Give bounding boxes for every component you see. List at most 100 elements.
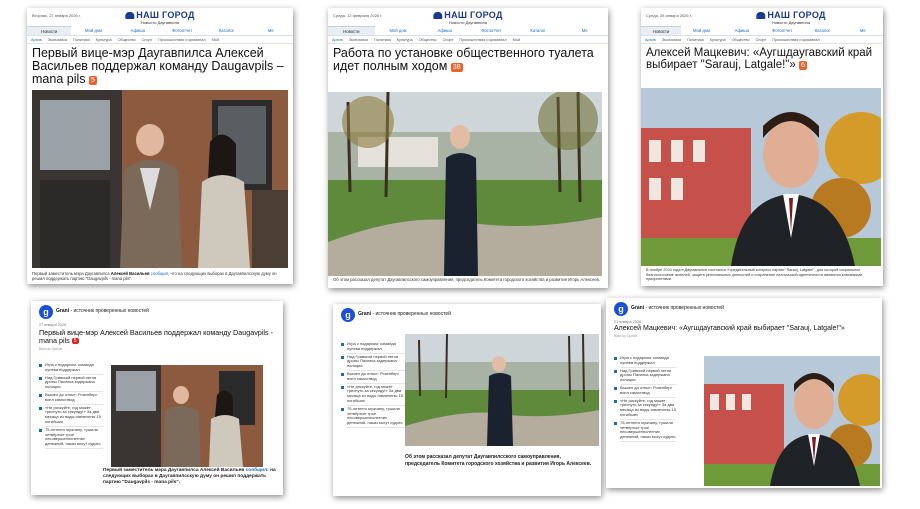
tab-more[interactable]: Ме: [843, 26, 883, 35]
tab-news[interactable]: Новости: [641, 26, 682, 35]
article-title: Алексей Мацкевич: «Аугшдаугавский край в…: [614, 325, 845, 332]
article-author: Виктор Орлов: [614, 334, 638, 338]
comment-count-badge[interactable]: 5: [88, 76, 97, 85]
grani-header: g Grani - источник проверенных новостей: [606, 298, 882, 320]
sidebar-news-item[interactable]: Игра с подарком: команда нулева поддержа…: [39, 362, 103, 375]
header-date: Среда, 12 февраля 2026 г.: [333, 13, 383, 18]
sidebar-news-item[interactable]: «Не рискуйте, год может треснуть за секу…: [341, 384, 405, 406]
article-photo: [111, 365, 263, 467]
sidebar-news-item[interactable]: 75-летнего мужчину, тушили четвёртые тро…: [341, 406, 405, 429]
sidebar-news-item[interactable]: Над Гривской первой петли дроны Палатка …: [341, 354, 405, 372]
grani-header: g Grani - источник проверенных новостей: [31, 301, 283, 323]
sidebar-news-item[interactable]: 75-летнего мужчину, тушили четвёртые тро…: [39, 427, 103, 450]
category-item[interactable]: Политика: [687, 36, 704, 43]
comment-count-badge[interactable]: 6: [798, 61, 807, 70]
sidebar-news-item[interactable]: Игра с подарком: команда нулева поддержа…: [614, 355, 676, 368]
category-item[interactable]: Общество: [419, 36, 437, 43]
article-photo: [32, 90, 288, 268]
category-item[interactable]: Спорт: [756, 36, 767, 43]
tab-catalog[interactable]: Каталог: [515, 26, 562, 35]
grani-logo-icon[interactable]: g: [341, 308, 355, 322]
tab-catalog[interactable]: Каталог: [204, 26, 248, 35]
tab-catalog[interactable]: Каталог: [802, 26, 842, 35]
tab-more[interactable]: Ме: [249, 26, 293, 35]
photo-caption: В ноябре 2024 года в Даугавпилсе состоял…: [646, 268, 863, 282]
tab-more[interactable]: Ме: [561, 26, 608, 35]
article-panel-matskevich: Среда, 28 января 2026 г. НАШ ГОРОД Новос…: [641, 8, 883, 286]
sidebar-news-item[interactable]: Вышел до отпыт: Розенберг вопл самоотвод: [341, 371, 405, 384]
tab-my-home[interactable]: Мой дом: [681, 26, 721, 35]
tab-my-home[interactable]: Мой дом: [71, 26, 115, 35]
category-item[interactable]: Происшествия и криминал: [158, 36, 205, 43]
site-header: Среда, 28 января 2026 г. НАШ ГОРОД Новос…: [641, 8, 883, 26]
grani-header: g Grani - источник проверенных новостей: [333, 304, 601, 326]
comment-count-badge[interactable]: 38: [450, 63, 463, 72]
article-photo: [704, 356, 880, 486]
grani-panel-vasilyev: g Grani - источник проверенных новостей …: [31, 301, 283, 495]
article-title: Первый вице-мэр Алексей Васильев поддерж…: [39, 328, 273, 345]
grani-panel-toilet: g Grani - источник проверенных новостей …: [333, 304, 601, 496]
category-item[interactable]: Культура: [397, 36, 413, 43]
category-item[interactable]: Мой: [212, 36, 219, 43]
category-archive[interactable]: Архив: [645, 36, 656, 43]
category-item[interactable]: Культура: [710, 36, 726, 43]
sidebar-news-item[interactable]: Игра с подарком: команда нулева поддержа…: [341, 341, 405, 354]
tab-my-home[interactable]: Мой дом: [375, 26, 422, 35]
header-date: Вторник, 27 января 2026 г.: [32, 13, 81, 18]
sidebar-news-item[interactable]: «Не рискуйте, год может треснуть за секу…: [614, 398, 676, 420]
category-item[interactable]: Мой: [513, 36, 520, 43]
caption-link[interactable]: сообщил: [151, 271, 168, 276]
article-photo: [328, 92, 602, 276]
category-item[interactable]: Происшествия и криминал: [459, 36, 506, 43]
tab-news[interactable]: Новости: [328, 26, 375, 35]
sidebar-news-item[interactable]: Вышел до отпыт: Розенберг вопл самоотвод: [39, 392, 103, 405]
grani-panel-matskevich: g Grani - источник проверенных новостей …: [606, 298, 882, 488]
grani-logo-icon[interactable]: g: [614, 302, 628, 316]
main-tabs: Новости Мой дом Афиша Фотоотчет Каталог …: [328, 26, 608, 36]
sidebar-news-item[interactable]: Над Гривской первой петли дроны Палатка …: [614, 368, 676, 386]
category-item[interactable]: Общество: [118, 36, 136, 43]
grani-logo-icon[interactable]: g: [39, 305, 53, 319]
sidebar-news-item[interactable]: Над Гривской первой петли дроны Палатка …: [39, 375, 103, 393]
category-item[interactable]: Спорт: [443, 36, 454, 43]
category-item[interactable]: Политика: [73, 36, 90, 43]
comment-count-badge[interactable]: 5: [71, 338, 79, 344]
tab-photo-report[interactable]: Фотоотчет: [762, 26, 802, 35]
category-item[interactable]: Экономика: [48, 36, 67, 43]
main-tabs: Новости Мой дом Афиша Фотоотчет Каталог …: [641, 26, 883, 36]
category-item[interactable]: Происшествия и криминал: [772, 36, 819, 43]
category-archive[interactable]: Архив: [332, 36, 343, 43]
logo-icon: [756, 12, 766, 19]
sidebar-news-item[interactable]: 75-летнего мужчину, тушили четвёртые тро…: [614, 420, 676, 443]
tab-news[interactable]: Новости: [27, 26, 72, 35]
tab-photo-report[interactable]: Фотоотчет: [160, 26, 204, 35]
logo-icon: [125, 12, 135, 19]
category-item[interactable]: Культура: [96, 36, 112, 43]
site-logo[interactable]: НАШ ГОРОД Новости Даугавпиля: [125, 10, 194, 25]
sidebar-news-item[interactable]: Вышел до отпыт: Розенберг вопл самоотвод: [614, 385, 676, 398]
logo-icon: [433, 12, 443, 19]
sidebar-news: Игра с подарком: команда нулева поддержа…: [39, 362, 103, 450]
article-panel-vasilyev: Вторник, 27 января 2026 г. НАШ ГОРОД Нов…: [27, 8, 293, 284]
site-logo[interactable]: НАШ ГОРОД Новости Даугавпиля: [433, 10, 502, 25]
caption-link[interactable]: сообщил: [246, 468, 268, 473]
category-bar: Архив Экономика Политика Культура Общест…: [27, 36, 293, 44]
photo-caption: Первый заместитель мэра Даугавпилса Алек…: [32, 271, 277, 281]
tab-poster[interactable]: Афиша: [116, 26, 160, 35]
category-item[interactable]: Общество: [732, 36, 750, 43]
article-author: Виктор Орлов: [39, 347, 63, 351]
category-item[interactable]: Спорт: [142, 36, 153, 43]
article-title: Первый вице-мэр Даугавпилса Алексей Васи…: [32, 46, 284, 86]
article-panel-toilet: Среда, 12 февраля 2026 г. НАШ ГОРОД Ново…: [328, 8, 608, 288]
tab-photo-report[interactable]: Фотоотчет: [468, 26, 515, 35]
category-bar: Архив Экономика Политика Культура Общест…: [641, 36, 883, 44]
category-item[interactable]: Политика: [374, 36, 391, 43]
category-item[interactable]: Экономика: [662, 36, 681, 43]
sidebar-news-item[interactable]: «Не рискуйте, год может треснуть за секу…: [39, 405, 103, 427]
site-logo[interactable]: НАШ ГОРОД Новости Даугавпиля: [756, 10, 825, 25]
category-bar: Архив Экономика Политика Культура Общест…: [328, 36, 608, 44]
category-archive[interactable]: Архив: [31, 36, 42, 43]
tab-poster[interactable]: Афиша: [722, 26, 762, 35]
tab-poster[interactable]: Афиша: [421, 26, 468, 35]
category-item[interactable]: Экономика: [349, 36, 368, 43]
